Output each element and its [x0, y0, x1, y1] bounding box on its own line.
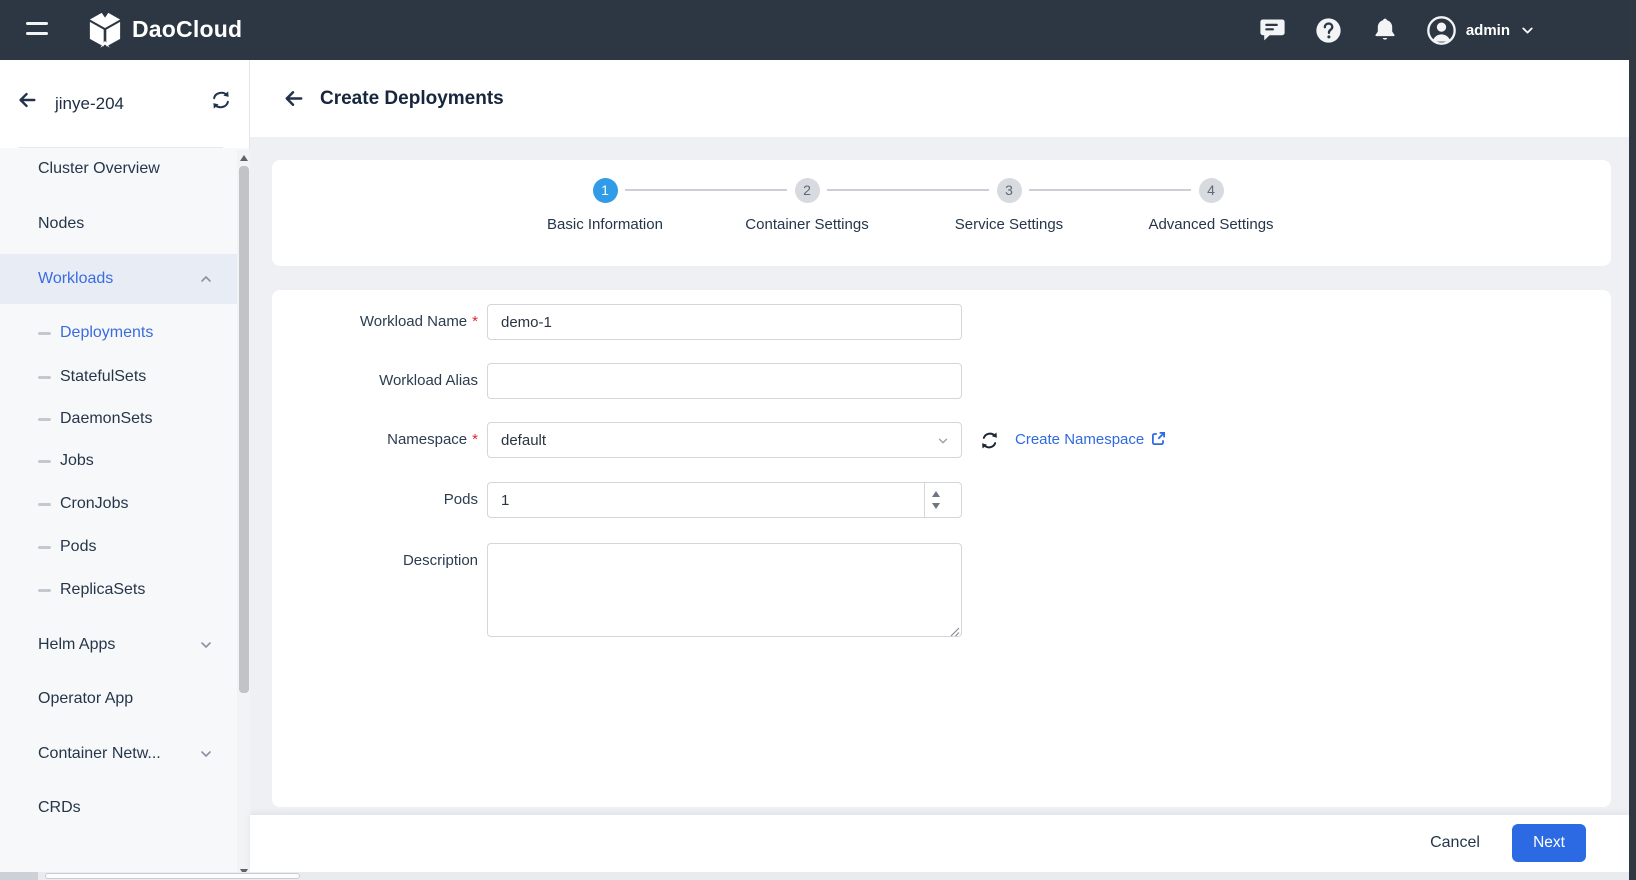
namespace-select[interactable]: default [487, 422, 962, 458]
increment-arrow-icon[interactable] [932, 491, 940, 497]
step-container-settings[interactable]: 2 Container Settings [707, 178, 907, 233]
user-menu[interactable]: admin [1426, 15, 1536, 46]
sidebar-item-container-network[interactable]: Container Netw... [0, 734, 237, 774]
page-back-icon[interactable] [282, 87, 305, 110]
step-service-settings[interactable]: 3 Service Settings [909, 178, 1109, 233]
sidebar-item-operator-app[interactable]: Operator App [0, 679, 237, 719]
dash-bullet-icon [38, 418, 51, 421]
daocloud-cube-icon [88, 10, 122, 48]
step-label: Basic Information [505, 216, 705, 233]
required-mark: * [472, 313, 478, 330]
cancel-button[interactable]: Cancel [1415, 824, 1495, 862]
switch-cluster-icon[interactable] [210, 89, 232, 111]
stepper-card: 1 Basic Information 2 Container Settings… [272, 160, 1611, 266]
dash-bullet-icon [38, 376, 51, 379]
dash-bullet-icon [38, 460, 51, 463]
next-button[interactable]: Next [1512, 824, 1586, 862]
horizontal-scrollbar[interactable] [0, 872, 1629, 880]
cluster-name: jinye-204 [55, 60, 124, 148]
app-window: DaoCloud admin jinye-204 Cluster Overvie… [0, 0, 1636, 880]
step-advanced-settings[interactable]: 4 Advanced Settings [1111, 178, 1311, 233]
step-label: Container Settings [707, 216, 907, 233]
sidebar-item-replicasets[interactable]: ReplicaSets [0, 570, 237, 610]
top-navbar: DaoCloud admin [0, 0, 1636, 60]
scrollbar-thumb[interactable] [239, 166, 249, 693]
sidebar-item-daemonsets[interactable]: DaemonSets [0, 399, 237, 439]
cluster-back-icon[interactable] [16, 89, 38, 111]
decrement-arrow-icon[interactable] [932, 503, 940, 509]
username: admin [1466, 22, 1510, 39]
step-label: Service Settings [909, 216, 1109, 233]
scrollbar-corner [0, 872, 38, 880]
horizontal-scrollbar-thumb[interactable] [45, 873, 300, 879]
cluster-header: jinye-204 [0, 60, 249, 148]
chevron-down-icon [1519, 22, 1536, 39]
workload-name-label: Workload Name* [272, 304, 478, 340]
workload-alias-label: Workload Alias [272, 363, 478, 399]
workload-name-input[interactable] [487, 304, 962, 340]
description-label: Description [272, 543, 478, 579]
dash-bullet-icon [38, 332, 51, 335]
description-textarea[interactable] [487, 543, 962, 637]
help-icon[interactable] [1314, 15, 1344, 45]
sidebar-item-cluster-overview[interactable]: Cluster Overview [0, 149, 237, 189]
pods-label: Pods [272, 482, 478, 518]
pods-stepper[interactable] [924, 483, 946, 517]
required-mark: * [472, 431, 478, 448]
scroll-up-arrow[interactable] [240, 155, 248, 161]
step-basic-information[interactable]: 1 Basic Information [505, 178, 705, 233]
namespace-label: Namespace* [272, 422, 478, 458]
brand-name: DaoCloud [132, 16, 242, 43]
page-title: Create Deployments [320, 60, 504, 137]
sidebar: jinye-204 Cluster Overview Nodes Workloa… [0, 60, 250, 880]
create-namespace-link[interactable]: Create Namespace [1015, 422, 1166, 458]
sidebar-item-jobs[interactable]: Jobs [0, 441, 237, 481]
background-window-edge [1629, 0, 1636, 880]
workload-alias-input[interactable] [487, 363, 962, 399]
dash-bullet-icon [38, 503, 51, 506]
divider [18, 147, 223, 148]
dash-bullet-icon [38, 589, 51, 592]
refresh-namespaces-icon[interactable] [979, 430, 1000, 451]
bell-icon[interactable] [1370, 15, 1400, 45]
chevron-down-icon [198, 746, 214, 762]
pods-input[interactable] [487, 482, 962, 518]
sidebar-item-deployments[interactable]: Deployments [0, 313, 237, 353]
namespace-selected-value: default [501, 432, 546, 449]
sidebar-item-helm-apps[interactable]: Helm Apps [0, 625, 237, 665]
wizard-footer: Cancel Next [250, 815, 1629, 872]
hamburger-menu-icon[interactable] [26, 22, 48, 38]
dash-bullet-icon [38, 546, 51, 549]
sidebar-item-pods[interactable]: Pods [0, 527, 237, 567]
sidebar-item-workloads[interactable]: Workloads [0, 254, 237, 304]
sidebar-item-crds[interactable]: CRDs [0, 788, 237, 828]
chevron-up-icon [198, 271, 214, 287]
brand-logo[interactable]: DaoCloud [88, 10, 242, 48]
sidebar-item-statefulsets[interactable]: StatefulSets [0, 357, 237, 397]
avatar-icon [1426, 15, 1457, 46]
chevron-down-icon [936, 434, 950, 448]
step-number: 4 [1199, 178, 1224, 203]
external-link-icon [1151, 424, 1166, 439]
sidebar-item-cronjobs[interactable]: CronJobs [0, 484, 237, 524]
step-number: 3 [997, 178, 1022, 203]
topbar-actions: admin [1258, 0, 1536, 60]
page-header: Create Deployments [250, 60, 1629, 137]
resize-grip-icon[interactable] [950, 624, 960, 634]
sidebar-item-nodes[interactable]: Nodes [0, 204, 237, 244]
sidebar-scrollbar[interactable] [237, 150, 250, 880]
step-number: 1 [593, 178, 618, 203]
chat-icon[interactable] [1258, 15, 1288, 45]
basic-information-form: Workload Name* Workload Alias Namespace*… [272, 290, 1611, 807]
chevron-down-icon [198, 637, 214, 653]
step-label: Advanced Settings [1111, 216, 1311, 233]
step-number: 2 [795, 178, 820, 203]
